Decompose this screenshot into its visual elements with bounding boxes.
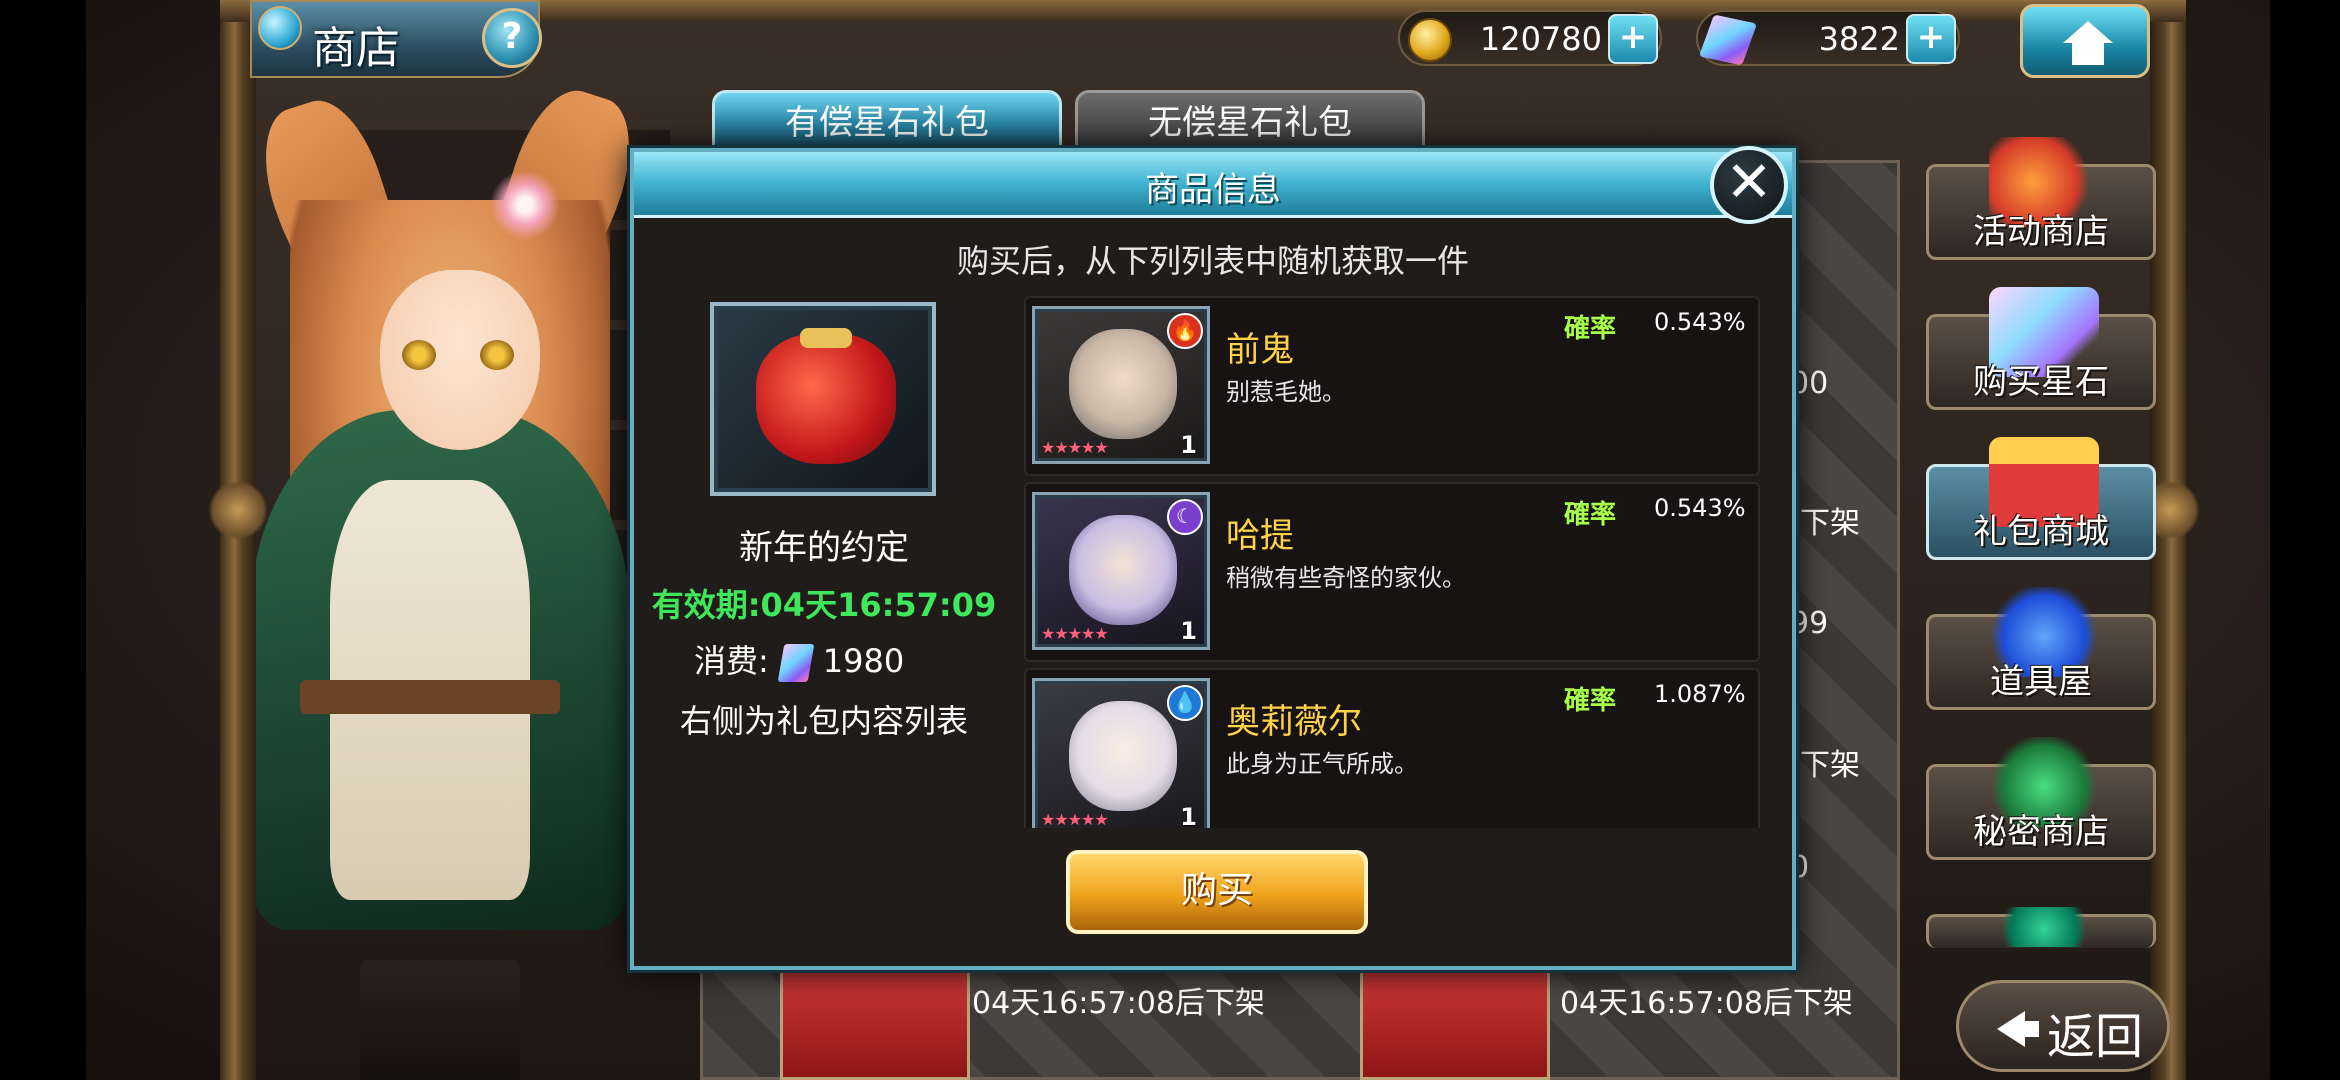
- portrait-level: 1: [1180, 803, 1197, 828]
- pack-contents-list[interactable]: 🔥 ★★★★★ 1 前鬼 别惹毛她。 確率 0.543% ☾ ★★★★★ 1 哈…: [1024, 296, 1764, 828]
- side-menu-label: 礼包商城: [1973, 512, 2109, 552]
- list-item[interactable]: ☾ ★★★★★ 1 哈提 稍微有些奇怪的家伙。 確率 0.543%: [1024, 482, 1760, 662]
- item-desc: 别惹毛她。: [1226, 378, 1346, 406]
- dark-element-icon: ☾: [1167, 499, 1203, 535]
- dialog-header: 商品信息: [634, 152, 1792, 218]
- coin-icon: [1408, 18, 1452, 62]
- page-title: 商店: [312, 23, 400, 74]
- side-menu-buy-stones[interactable]: 购买星石: [1926, 287, 2156, 410]
- item-desc: 稍微有些奇怪的家伙。: [1226, 564, 1466, 592]
- close-button[interactable]: ✕: [1710, 146, 1788, 224]
- back-button[interactable]: 返回: [1956, 980, 2170, 1072]
- list-item[interactable]: 💧 ★★★★★ 1 奥莉薇尔 此身为正气所成。 確率 1.087%: [1024, 668, 1760, 828]
- bg-unlist-1: 下架: [1800, 506, 1860, 541]
- bg-unlist-timer-2: 04天16:57:08后下架: [1560, 986, 1853, 1021]
- character-legs: [360, 960, 520, 1080]
- frame-ornament-left: [208, 480, 268, 540]
- add-gems-button[interactable]: +: [1906, 14, 1956, 64]
- cost-value: 1980: [822, 642, 905, 680]
- character-eye-left: [402, 340, 436, 370]
- star-stone-icon: [1698, 14, 1758, 66]
- side-menu-label: 活动商店: [1973, 212, 2109, 252]
- frame-left: [220, 0, 256, 1080]
- back-arrow-icon: [1997, 1011, 2025, 1047]
- coin-value: 120780: [1479, 20, 1602, 58]
- bg-unlist-timer-1: 04天16:57:08后下架: [972, 986, 1265, 1021]
- item-name: 前鬼: [1226, 330, 1294, 370]
- help-button[interactable]: ?: [482, 8, 542, 68]
- character-portrait: 💧 ★★★★★ 1: [1032, 678, 1210, 828]
- character-portrait: ☾ ★★★★★ 1: [1032, 492, 1210, 650]
- pack-cost: 消费: 1980: [694, 636, 904, 682]
- rate-value: 1.087%: [1654, 680, 1746, 708]
- list-item[interactable]: 🔥 ★★★★★ 1 前鬼 别惹毛她。 確率 0.543%: [1024, 296, 1760, 476]
- water-element-icon: 💧: [1167, 685, 1203, 721]
- item-name: 哈提: [1226, 516, 1294, 556]
- side-menu-secret-shop[interactable]: 秘密商店: [1926, 737, 2156, 860]
- rarity-stars: ★★★★★: [1041, 438, 1109, 457]
- side-menu-gift-mall[interactable]: 礼包商城: [1926, 437, 2156, 560]
- bg-unlist-2: 下架: [1800, 748, 1860, 783]
- game-screen: 00 下架 99 下架 0 04天16:57:08后下架 04天16:57:08…: [0, 0, 2340, 1080]
- star-stone-icon: [777, 644, 815, 682]
- gem-value: 3822: [1818, 20, 1900, 58]
- side-menu-partial[interactable]: [1926, 907, 2156, 948]
- product-info-dialog: 商品信息 ✕ 购买后，从下列列表中随机获取一件 新年的约定 有效期:04天16:…: [630, 146, 1796, 970]
- side-menu-label: 秘密商店: [1973, 812, 2109, 852]
- character-portrait: 🔥 ★★★★★ 1: [1032, 306, 1210, 464]
- gift-pack-image: [710, 302, 936, 496]
- cost-label: 消费:: [694, 642, 769, 680]
- character-belt: [300, 680, 560, 714]
- dialog-title: 商品信息: [1145, 170, 1281, 210]
- rate-label: 確率: [1564, 314, 1617, 344]
- coin-counter: 120780 +: [1398, 10, 1662, 66]
- rarity-stars: ★★★★★: [1041, 624, 1109, 643]
- tab-paid-stone-packs[interactable]: 有偿星石礼包: [712, 90, 1062, 152]
- gem-counter: 3822 +: [1696, 10, 1960, 66]
- portrait-level: 1: [1180, 431, 1197, 459]
- side-menu-event-shop[interactable]: 活动商店: [1926, 137, 2156, 260]
- item-name: 奥莉薇尔: [1226, 702, 1362, 742]
- flower-ornament: [490, 170, 560, 240]
- item-desc: 此身为正气所成。: [1226, 750, 1418, 778]
- rate-value: 0.543%: [1654, 308, 1746, 336]
- pack-note: 右侧为礼包内容列表: [679, 702, 968, 740]
- orb-icon: [258, 6, 302, 50]
- tab-free-stone-packs[interactable]: 无偿星石礼包: [1075, 90, 1425, 152]
- character-eye-right: [480, 340, 514, 370]
- portrait-level: 1: [1180, 617, 1197, 645]
- side-menu-item-shop[interactable]: 道具屋: [1926, 587, 2156, 710]
- character-face: [380, 270, 540, 450]
- home-button[interactable]: [2020, 4, 2150, 78]
- rate-value: 0.543%: [1654, 494, 1746, 522]
- pack-validity: 有效期:04天16:57:09: [651, 586, 997, 624]
- rate-label: 確率: [1564, 686, 1617, 716]
- rarity-stars: ★★★★★: [1041, 810, 1109, 828]
- add-coins-button[interactable]: +: [1608, 14, 1658, 64]
- character-illustration: [247, 78, 670, 1080]
- lucky-bag-icon: [756, 334, 896, 464]
- back-label: 返回: [2047, 1009, 2144, 1065]
- bg-gift-card-1: [780, 960, 970, 1080]
- rate-label: 確率: [1564, 500, 1617, 530]
- side-menu-label: 购买星石: [1973, 362, 2109, 402]
- side-menu-label: 道具屋: [1990, 662, 2092, 702]
- crystal-icon: [1989, 907, 2099, 947]
- buy-button[interactable]: 购买: [1066, 850, 1368, 934]
- screen-letterbox-left: [0, 0, 86, 1080]
- dialog-subtitle: 购买后，从下列列表中随机获取一件: [956, 242, 1469, 280]
- pack-name: 新年的约定: [739, 528, 909, 568]
- fire-element-icon: 🔥: [1167, 313, 1203, 349]
- bg-gift-card-2: [1360, 960, 1550, 1080]
- screen-letterbox-right: [2270, 0, 2340, 1080]
- home-icon: [2063, 21, 2113, 65]
